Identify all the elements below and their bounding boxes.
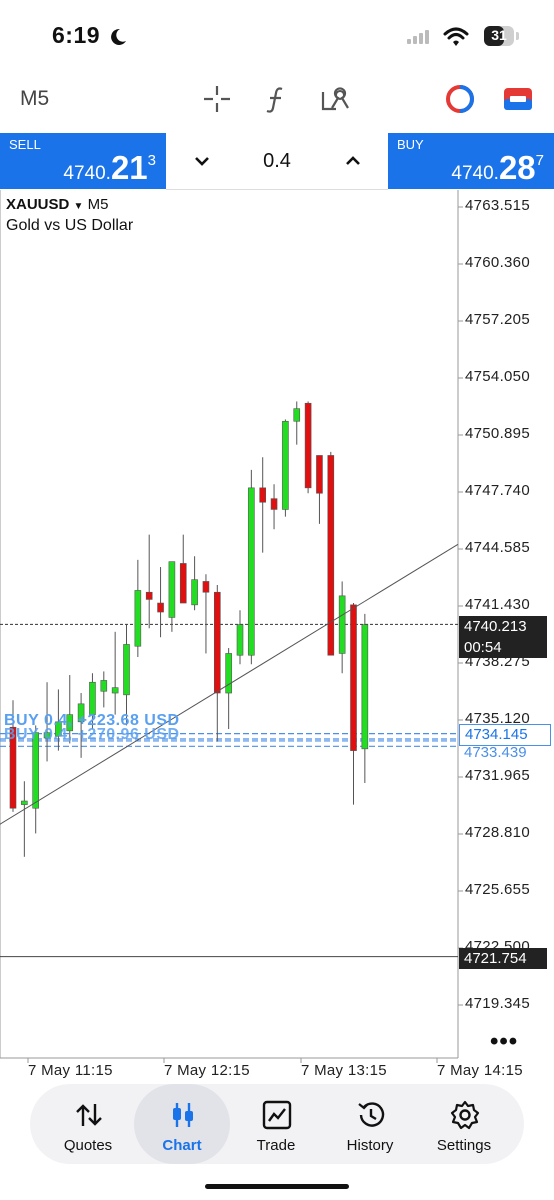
trade-icon — [262, 1100, 292, 1130]
more-icon[interactable]: ••• — [490, 1028, 518, 1056]
nav-trade[interactable]: Trade — [228, 1084, 324, 1164]
symbol-name: XAUUSD — [6, 196, 70, 213]
candle-body — [21, 800, 28, 805]
candle-body — [134, 590, 142, 647]
candle-body — [145, 591, 153, 600]
candle-body — [248, 487, 255, 656]
buy-label: BUY — [397, 137, 424, 152]
time-label: 7 May 12:15 — [164, 1062, 250, 1079]
sell-price: 4740.213 — [63, 149, 156, 186]
candlestick-icon — [173, 1103, 193, 1127]
symbol-timeframe: M5 — [87, 196, 109, 213]
wifi-icon — [443, 27, 469, 46]
candle-body — [338, 595, 346, 654]
price-label: 4754.050 — [465, 368, 530, 385]
candle-body — [350, 604, 357, 751]
price-label: 4744.585 — [465, 539, 530, 556]
candle-body — [89, 681, 96, 715]
time-label: 7 May 14:15 — [437, 1062, 523, 1079]
moon-icon — [111, 28, 126, 45]
battery-tip — [516, 32, 519, 40]
price-label: 4725.655 — [465, 881, 530, 898]
candle-body — [293, 408, 301, 422]
candle-body — [259, 487, 267, 503]
nav-label: Trade — [256, 1137, 296, 1154]
nav-label: Quotes — [63, 1137, 113, 1154]
price-label: 4750.895 — [465, 425, 530, 442]
symbol-description: Gold vs US Dollar — [6, 217, 134, 234]
history-icon — [358, 1102, 385, 1127]
price-label: 4731.965 — [465, 767, 530, 784]
candle-body — [304, 402, 312, 489]
nav-label: Settings — [436, 1137, 492, 1154]
trade-levels-icon[interactable] — [503, 85, 533, 113]
quotes-icon — [76, 1104, 102, 1126]
candle-body — [270, 498, 278, 510]
price-label: 4760.360 — [465, 254, 530, 271]
buy-button[interactable]: BUY 4740.287 — [388, 133, 554, 189]
order-price-tag: 4734.145 — [459, 724, 551, 746]
crosshair-icon[interactable] — [202, 84, 232, 114]
lot-selector: 0.4 — [166, 133, 388, 190]
price-label: 4741.430 — [465, 596, 530, 613]
bottom-navigation: Quotes Chart Trade History Settings — [30, 1084, 524, 1164]
gear-icon — [450, 1100, 480, 1130]
candle-body — [179, 563, 187, 604]
candle-body — [316, 455, 323, 494]
price-label: 4757.205 — [465, 311, 530, 328]
candle-body — [168, 561, 176, 618]
buy-price: 4740.287 — [451, 149, 544, 186]
price-label: 4763.515 — [465, 197, 530, 214]
sell-label: SELL — [9, 137, 41, 152]
price-label: 4719.345 — [465, 995, 530, 1012]
time-label: 7 May 13:15 — [301, 1062, 387, 1079]
home-indicator — [205, 1184, 349, 1189]
dropdown-arrow-icon: ▼ — [73, 201, 84, 212]
timeframe-button[interactable]: M5 — [20, 87, 49, 111]
nav-quotes[interactable]: Quotes — [40, 1084, 136, 1164]
nav-label: Chart — [162, 1137, 202, 1154]
cellular-signal-icon — [407, 30, 429, 44]
candle-body — [123, 644, 130, 696]
price-label: 4728.810 — [465, 824, 530, 841]
symbol-header[interactable]: XAUUSD ▼ M5 — [6, 196, 108, 213]
candle-body — [327, 455, 335, 656]
candle-body — [191, 579, 198, 606]
bid-price-tag: 4740.213 — [459, 616, 547, 637]
nav-label: History — [346, 1137, 394, 1154]
chevron-up-icon[interactable] — [341, 149, 365, 173]
nav-chart[interactable]: Chart — [134, 1084, 230, 1164]
sell-button[interactable]: SELL 4740.213 — [0, 133, 166, 189]
candle-body — [361, 624, 369, 750]
nav-settings[interactable]: Settings — [416, 1084, 512, 1164]
candle-body — [157, 602, 164, 613]
function-icon[interactable] — [262, 84, 290, 114]
candle-body — [214, 591, 221, 694]
candle-body — [282, 420, 289, 510]
trendline-extension — [364, 543, 459, 602]
candle-body — [236, 624, 244, 656]
status-bar: 6:19 31 — [0, 0, 554, 70]
clock: 6:19 — [52, 22, 101, 48]
horizontal-line-tag: 4721.754 — [459, 948, 547, 969]
candle-body — [100, 680, 108, 692]
time-label: 7 May 11:15 — [28, 1062, 113, 1079]
objects-icon[interactable] — [320, 84, 352, 114]
position-label[interactable]: BUY 0.4, +270.96 USD — [4, 726, 180, 744]
battery-icon: 31 — [484, 26, 514, 46]
candle-countdown: 00:54 — [459, 637, 547, 658]
price-label: 4747.740 — [465, 482, 530, 499]
nav-history[interactable]: History — [322, 1084, 418, 1164]
candle-body — [225, 653, 232, 694]
candle-body — [202, 581, 210, 593]
candle-body — [111, 687, 119, 694]
one-click-trading-icon[interactable] — [445, 84, 475, 114]
